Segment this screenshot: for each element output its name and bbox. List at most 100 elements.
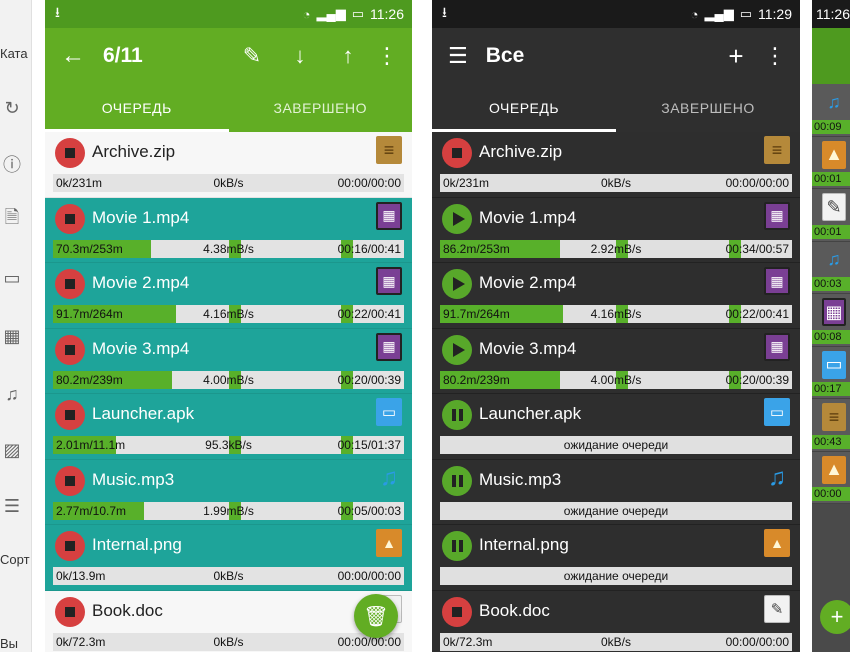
file-name: Movie 3.mp4 bbox=[479, 338, 577, 358]
monitor-icon[interactable]: ▭ bbox=[0, 266, 24, 290]
download-item[interactable]: Launcher.apk ▭ ожидание очереди bbox=[432, 394, 800, 460]
elapsed-time: 00:09 bbox=[812, 119, 850, 134]
stop-button[interactable] bbox=[55, 203, 85, 234]
drawer-label-exit[interactable]: Вы bbox=[0, 636, 18, 651]
elapsed-time: 00:03 bbox=[812, 277, 850, 291]
stop-button[interactable] bbox=[55, 400, 85, 430]
elapsed-time: 00:43 bbox=[812, 434, 850, 449]
stop-button[interactable] bbox=[442, 138, 472, 168]
stop-icon bbox=[452, 148, 462, 158]
progress-bar: 0k/72.3m 0kB/s 00:00/00:00 bbox=[440, 632, 792, 651]
download-item[interactable]: Launcher.apk ▭ 2.01m/11.1m 95.3kB/s 00:15/01… bbox=[45, 394, 412, 460]
tab-queue[interactable]: ОЧЕРЕДЬ bbox=[45, 84, 229, 132]
progress-bar: 0k/72.3m 0kB/s 00:00/00:00 bbox=[53, 632, 404, 651]
download-item[interactable]: Music.mp3 ♫ 2.77m/10.7m 1.99mB/s 00:05/00:03 bbox=[45, 459, 412, 525]
pause-button[interactable] bbox=[442, 465, 472, 496]
progress-bar: ожидание очереди bbox=[440, 567, 792, 585]
tab-bar: ОЧЕРЕДЬ ЗАВЕРШЕНО bbox=[45, 84, 412, 132]
add-icon[interactable]: + bbox=[712, 41, 760, 72]
pause-icon bbox=[451, 409, 463, 421]
help-icon[interactable]: ⓘ bbox=[0, 152, 24, 176]
music-file-icon: ♫ bbox=[380, 463, 398, 491]
music-file-icon: ♫ bbox=[827, 91, 841, 112]
video-icon[interactable]: ▦ bbox=[0, 324, 24, 348]
download-item[interactable]: Archive.zip ≡ 0k/231m 0kB/s 00:00/00:00 bbox=[432, 132, 800, 198]
pause-button[interactable] bbox=[442, 400, 472, 430]
download-item[interactable]: Archive.zip ≡ 0k/231m 0kB/s 00:00/00:00 bbox=[45, 132, 412, 198]
drawer-label-catalog[interactable]: Ката bbox=[0, 46, 28, 61]
download-item[interactable]: Internal.png ▲ 0k/13.9m 0kB/s 00:00/00:00 bbox=[45, 525, 412, 591]
music-icon[interactable]: ♫ bbox=[0, 382, 24, 406]
download-list: Archive.zip ≡ 0k/231m 0kB/s 00:00/00:00 Movie… bbox=[432, 132, 800, 652]
stop-button[interactable] bbox=[55, 138, 85, 168]
light-theme-screen: ⭳ ◔ ▂▄▆ ▭ 11:26 ← 6/11 ✎ ↓ ↑ ⋮ ОЧЕРЕДЬ З… bbox=[45, 0, 412, 652]
download-item[interactable]: Internal.png ▲ ожидание очереди bbox=[432, 525, 800, 591]
elapsed-time: 00:00 bbox=[812, 487, 850, 501]
download-item[interactable]: Movie 3.mp4 ▦ 80.2m/239m 4.00mB/s 00:20/00:3… bbox=[432, 328, 800, 394]
stop-button[interactable] bbox=[55, 269, 85, 299]
download-item[interactable]: Movie 3.mp4 ▦ 80.2m/239m 4.00mB/s 00:20/00:3… bbox=[45, 328, 412, 394]
elapsed-time: 00:22/00:41 bbox=[725, 307, 789, 321]
download-item[interactable]: Movie 2.mp4 ▦ 91.7m/264m 4.16mB/s 00:22/00:4… bbox=[432, 263, 800, 329]
elapsed-time: 00:01 bbox=[812, 224, 850, 239]
stop-button[interactable] bbox=[55, 596, 85, 627]
play-button[interactable] bbox=[442, 203, 472, 234]
archive-file-icon: ≡ bbox=[376, 136, 402, 164]
download-item[interactable]: ▦ 00:08 bbox=[812, 294, 850, 347]
menu-icon[interactable]: ☰ bbox=[448, 43, 468, 69]
stop-button[interactable] bbox=[55, 334, 85, 365]
tab-completed[interactable]: ЗАВЕРШЕНО bbox=[229, 84, 413, 132]
signal-icon: ▂▄▆ bbox=[704, 6, 734, 21]
delete-fab[interactable]: 🗑 bbox=[354, 594, 398, 638]
tab-completed[interactable]: ЗАВЕРШЕНО bbox=[616, 84, 800, 132]
text-icon[interactable]: ☰ bbox=[0, 494, 24, 518]
stop-button[interactable] bbox=[442, 596, 472, 627]
battery-icon: ▭ bbox=[739, 6, 752, 21]
play-button[interactable] bbox=[442, 334, 472, 365]
download-item[interactable]: ▲ 00:00 bbox=[812, 451, 850, 504]
stop-icon bbox=[65, 279, 75, 289]
stop-button[interactable] bbox=[55, 531, 85, 561]
third-screen-partial: 11:26 ♫ 00:09 ▲ 00:01 ✎ 00:01 ♫ 00:03 ▦ 00:08 ▭ 00:… bbox=[812, 0, 850, 652]
document-file-icon: ✎ bbox=[764, 594, 790, 623]
download-item[interactable]: Movie 2.mp4 ▦ 91.7m/264m 4.16mB/s 00:22/00:4… bbox=[45, 263, 412, 329]
document-icon[interactable]: 🗎 bbox=[0, 207, 24, 232]
stop-icon bbox=[65, 148, 75, 158]
stop-button[interactable] bbox=[55, 465, 85, 496]
arrow-up-icon[interactable]: ↑ bbox=[324, 43, 372, 69]
video-file-icon: ▦ bbox=[376, 332, 402, 361]
image-icon[interactable]: ▨ bbox=[0, 438, 24, 462]
add-fab[interactable]: + bbox=[820, 600, 850, 634]
stop-icon bbox=[65, 344, 75, 355]
elapsed-time: 00:15/01:37 bbox=[337, 438, 401, 452]
download-item[interactable]: ♫ 00:09 bbox=[812, 84, 850, 137]
download-item[interactable]: ▭ 00:17 bbox=[812, 346, 850, 399]
download-item[interactable]: ✎ 00:01 bbox=[812, 189, 850, 242]
status-time: 11:29 bbox=[758, 6, 792, 22]
more-icon[interactable]: ⋮ bbox=[760, 43, 790, 69]
download-item[interactable]: Movie 1.mp4 ▦ 86.2m/253m 2.92mB/s 00:34/00:5… bbox=[432, 197, 800, 263]
download-item[interactable]: ▲ 00:01 bbox=[812, 136, 850, 189]
sync-icon[interactable]: ↻ bbox=[0, 96, 24, 120]
back-arrow-icon[interactable]: ← bbox=[61, 42, 85, 70]
download-icon: ⭳ bbox=[55, 4, 60, 20]
download-item[interactable]: ≡ 00:43 bbox=[812, 399, 850, 452]
document-file-icon: ✎ bbox=[822, 193, 846, 221]
arrow-down-icon[interactable]: ↓ bbox=[276, 43, 324, 69]
download-item[interactable]: Movie 1.mp4 ▦ 70.3m/253m 4.38mB/s 00:16/00:4… bbox=[45, 197, 412, 263]
file-name: Book.doc bbox=[92, 600, 163, 620]
page-title: Все bbox=[485, 44, 525, 67]
apk-file-icon: ▭ bbox=[764, 398, 790, 426]
edit-icon[interactable]: ✎ bbox=[228, 43, 276, 69]
play-button[interactable] bbox=[442, 269, 472, 299]
play-icon bbox=[452, 211, 465, 226]
download-item[interactable]: Music.mp3 ♫ ожидание очереди bbox=[432, 459, 800, 525]
download-item[interactable]: Book.doc ✎ 0k/72.3m0kB/s00:00/00:00 bbox=[432, 590, 800, 652]
pause-button[interactable] bbox=[442, 531, 472, 561]
drawer-label-sort[interactable]: Сорт bbox=[0, 552, 30, 567]
more-icon[interactable]: ⋮ bbox=[372, 43, 402, 69]
music-file-icon: ♫ bbox=[768, 463, 786, 491]
download-item[interactable]: ♫ 00:03 bbox=[812, 241, 850, 294]
stop-icon bbox=[65, 475, 75, 486]
tab-queue[interactable]: ОЧЕРЕДЬ bbox=[432, 84, 616, 132]
